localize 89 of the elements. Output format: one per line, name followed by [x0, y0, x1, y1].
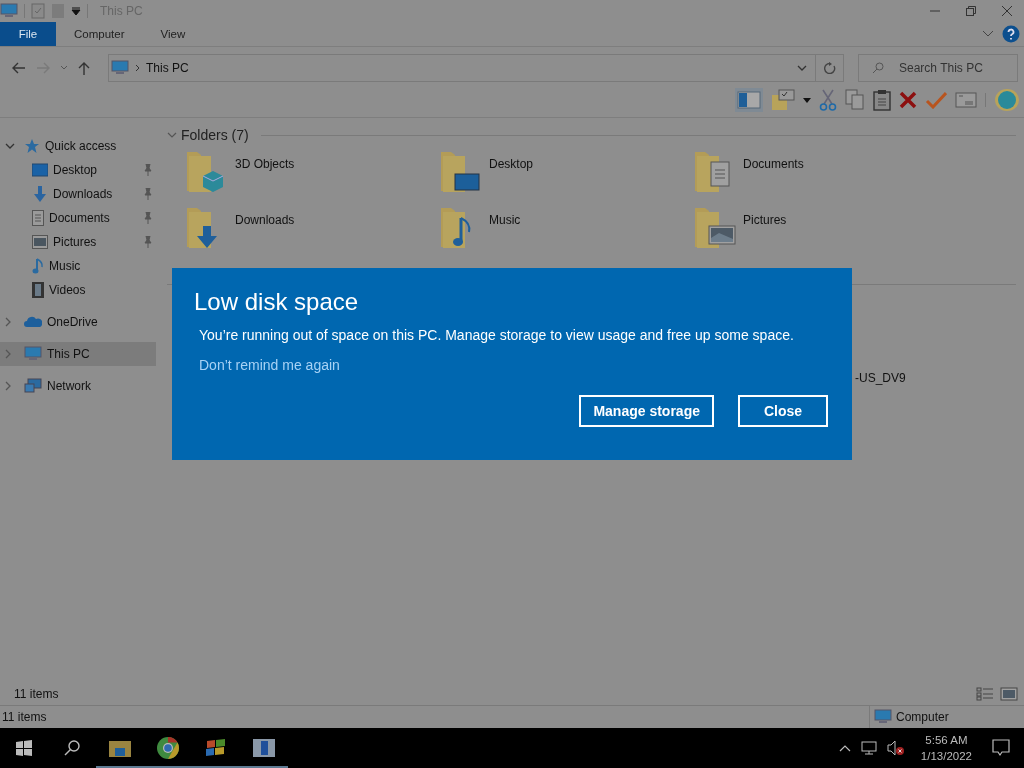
breadcrumb-link[interactable]: This PC: [146, 61, 189, 75]
sidebar-item[interactable]: Music: [0, 254, 156, 278]
computer-icon: [111, 60, 129, 76]
chevron-up-icon[interactable]: [838, 744, 851, 752]
dismiss-link[interactable]: Don’t remind me again: [199, 356, 340, 374]
ribbon-tab[interactable]: View: [142, 22, 204, 46]
breadcrumb-chevron-icon: [135, 64, 140, 72]
folder-name[interactable]: Pictures: [743, 204, 787, 227]
desktop-icon: [32, 163, 48, 177]
sidebar-item[interactable]: Downloads: [0, 182, 156, 206]
recent-dropdown-icon[interactable]: [60, 65, 68, 71]
globe-icon[interactable]: [994, 88, 1020, 112]
network-icon[interactable]: [860, 741, 877, 755]
folder-name[interactable]: Documents: [743, 148, 804, 171]
sidebar-item[interactable]: Videos: [0, 278, 156, 302]
clipboard-icon[interactable]: [873, 89, 891, 111]
muted-speaker-icon[interactable]: [886, 740, 905, 756]
clock-time: 5:56 AM: [925, 733, 968, 748]
document-icon: [32, 210, 44, 226]
computer-icon: [0, 3, 18, 19]
dialog-title: Low disk space: [194, 288, 360, 316]
checkmark-icon[interactable]: [925, 91, 947, 109]
up-arrow-icon[interactable]: [78, 61, 90, 75]
back-arrow-icon[interactable]: [12, 62, 26, 74]
sidebar-item[interactable]: Network: [0, 374, 156, 398]
primary-button[interactable]: Manage storage: [579, 395, 714, 427]
sidebar-item[interactable]: Documents: [0, 206, 156, 230]
copy-icon[interactable]: [845, 89, 865, 111]
dropdown-icon[interactable]: [797, 65, 807, 71]
pane-layout-icon: [737, 90, 761, 110]
expanded-chevron-icon[interactable]: [5, 143, 15, 149]
refresh-button[interactable]: [816, 54, 844, 82]
status-text: 11 items: [2, 710, 47, 724]
help-icon[interactable]: [1002, 25, 1020, 43]
sidebar-item[interactable]: Quick access: [0, 134, 156, 158]
notification-icon[interactable]: [992, 739, 1010, 757]
collapsed-chevron-icon[interactable]: [5, 381, 11, 391]
dialog-message: You’re running out of space on this PC. Manage storage to view usage and free up some space.: [199, 326, 794, 344]
folder-name[interactable]: Downloads: [235, 204, 295, 227]
scissors-icon[interactable]: [819, 89, 837, 111]
picture-icon: [32, 235, 48, 249]
zone-label: Computer: [896, 710, 949, 724]
envelope-icon[interactable]: [955, 92, 977, 108]
search-icon[interactable]: [64, 740, 80, 756]
maximize-icon[interactable]: [966, 6, 976, 16]
search-icon: [872, 62, 884, 74]
folder-name[interactable]: Music: [489, 204, 521, 227]
sidebar-item[interactable]: Pictures: [0, 230, 156, 254]
computer-icon: [874, 709, 892, 725]
cloud-icon: [24, 316, 42, 328]
large-icons-view-icon[interactable]: [1000, 687, 1018, 701]
window-app-icon[interactable]: [253, 739, 275, 757]
drive-name[interactable]: -US_DV9: [855, 371, 906, 385]
collapsed-chevron-icon[interactable]: [5, 349, 11, 359]
navigation-pane-button[interactable]: [735, 88, 763, 112]
expand-ribbon-icon[interactable]: [982, 30, 994, 38]
download-arrow-icon: [32, 186, 48, 202]
expanded-chevron-icon[interactable]: [167, 132, 177, 138]
folder-name[interactable]: Desktop: [489, 148, 534, 171]
sidebar-item[interactable]: Desktop: [0, 158, 156, 182]
music-note-icon: [32, 258, 44, 274]
search-field[interactable]: Search This PC: [858, 54, 1018, 82]
close-icon[interactable]: [1002, 6, 1012, 16]
item-count: 11 items: [14, 687, 59, 701]
collapsed-chevron-icon[interactable]: [5, 317, 11, 327]
sidebar-item[interactable]: This PC: [0, 342, 156, 366]
ribbon-tab[interactable]: Computer: [56, 22, 143, 46]
group-header[interactable]: Folders (7): [181, 127, 249, 143]
network-icon: [24, 378, 42, 394]
clock[interactable]: 5:56 AM 1/13/2022: [920, 732, 972, 764]
folder-options-icon[interactable]: [771, 89, 795, 111]
flag-icon[interactable]: [205, 738, 227, 758]
close-button[interactable]: Close: [738, 395, 828, 427]
folder-icon[interactable]: [109, 739, 131, 757]
address-bar[interactable]: This PC: [108, 54, 816, 82]
browser-icon[interactable]: [157, 737, 179, 759]
refresh-icon: [823, 62, 836, 74]
file-menu-tab[interactable]: File: [0, 22, 56, 46]
computer-icon: [24, 346, 42, 362]
windows-start-icon[interactable]: [16, 740, 32, 756]
delete-x-icon[interactable]: [899, 91, 917, 109]
details-view-icon[interactable]: [976, 687, 994, 701]
caret-icon[interactable]: [803, 97, 811, 103]
film-icon: [32, 282, 44, 298]
star-icon: [24, 138, 40, 154]
clock-date: 1/13/2022: [920, 749, 972, 764]
customize-arrow-icon[interactable]: [71, 6, 81, 16]
folder-name[interactable]: 3D Objects: [235, 148, 295, 171]
sidebar-item[interactable]: OneDrive: [0, 310, 156, 334]
